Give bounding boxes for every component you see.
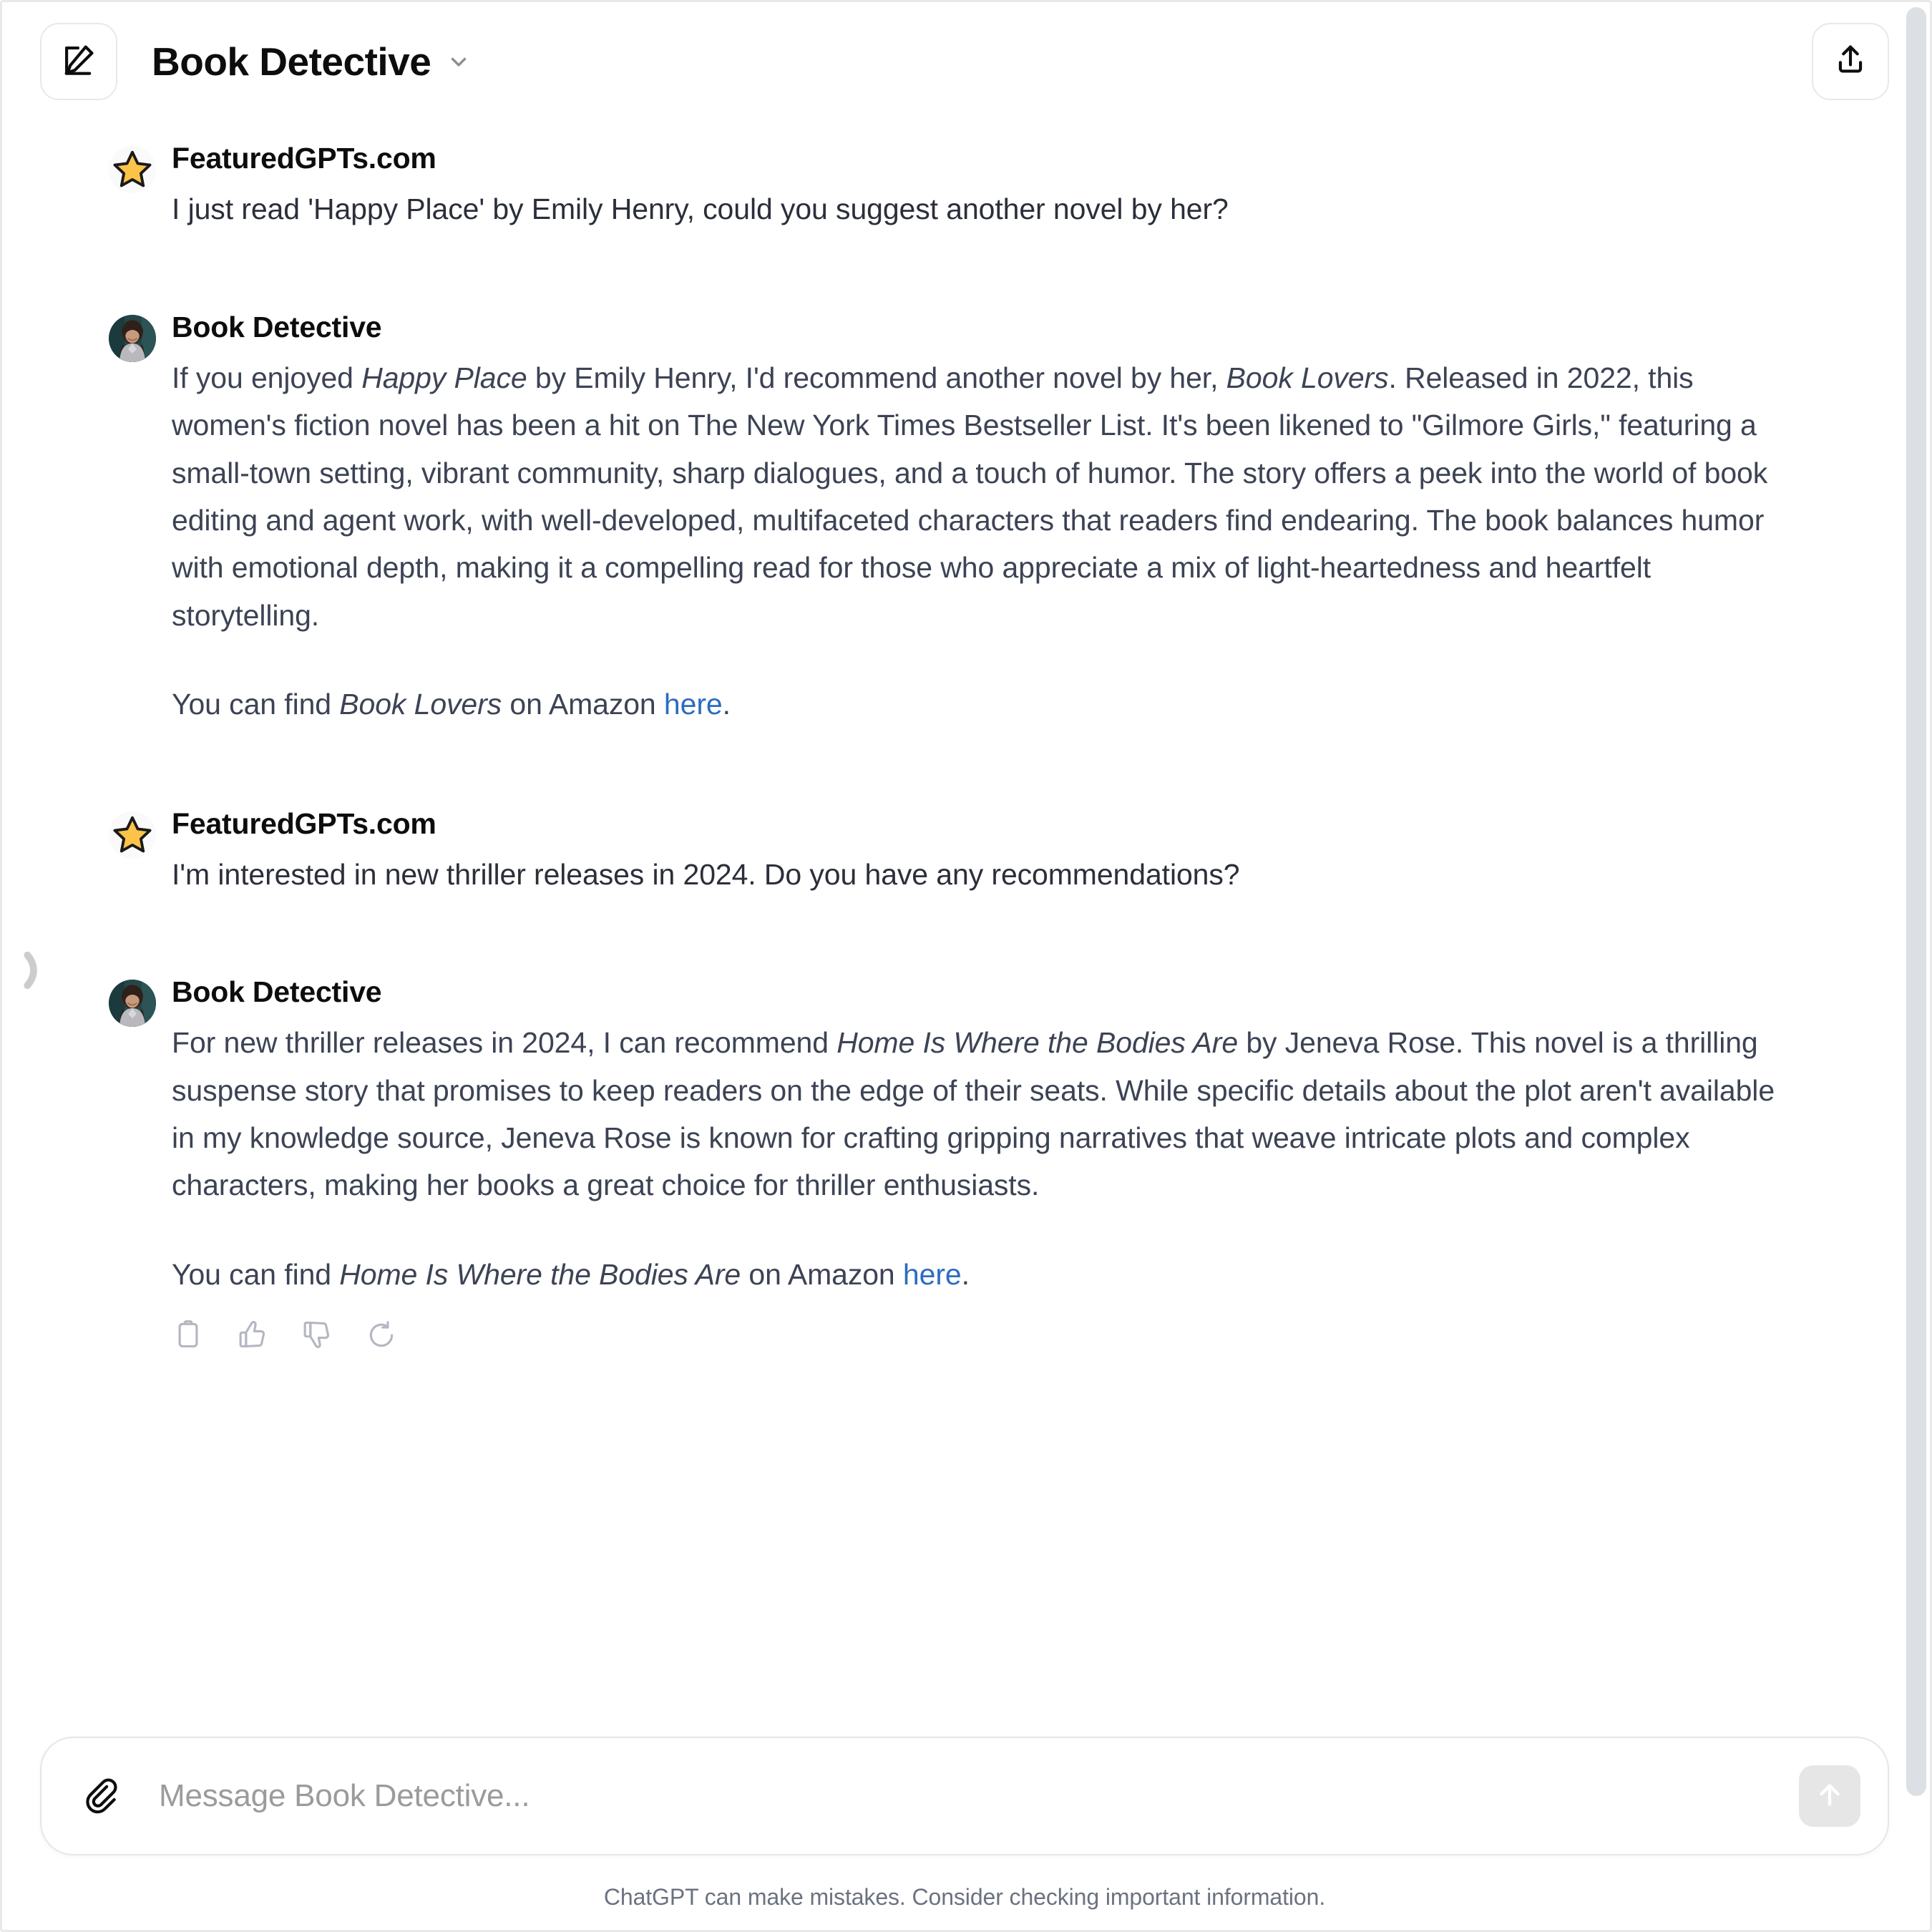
text-run: . — [722, 688, 731, 721]
thumbs-down-button[interactable] — [301, 1319, 333, 1352]
text-run: You can find — [172, 1257, 340, 1291]
text-run: I'm interested in new thriller releases … — [172, 857, 1240, 891]
new-chat-button[interactable] — [40, 23, 117, 100]
composer-zone: ChatGPT can make mistakes. Consider chec… — [0, 1737, 1932, 1932]
amazon-link[interactable]: here — [903, 1258, 962, 1291]
message-paragraph: You can find Book Lovers on Amazon here. — [172, 680, 1796, 728]
book-title: Happy Place — [361, 361, 527, 394]
message-sender: Book Detective — [172, 975, 382, 1009]
message-paragraph: You can find Home Is Where the Bodies Ar… — [172, 1251, 1796, 1298]
compose-icon — [60, 42, 97, 82]
chatgpt-window: Book Detective FeaturedGPTs.com I just r… — [0, 0, 1932, 1932]
text-run: . — [961, 1257, 970, 1291]
scrollbar-thumb[interactable] — [1906, 7, 1926, 1796]
text-run: on Amazon — [502, 688, 664, 721]
text-run: on Amazon — [741, 1257, 903, 1291]
amazon-link[interactable]: here — [664, 688, 723, 721]
regenerate-button[interactable] — [365, 1319, 398, 1352]
message-paragraph: For new thriller releases in 2024, I can… — [172, 1019, 1796, 1209]
book-title: Home Is Where the Bodies Are — [339, 1257, 741, 1291]
sidebar-expand-icon — [19, 951, 47, 995]
chevron-down-icon[interactable] — [447, 49, 471, 74]
text-run: You can find — [172, 688, 340, 721]
message-assistant: Book Detective For new thriller releases… — [0, 975, 1889, 1352]
book-title: Book Lovers — [1226, 361, 1389, 394]
thumbs-down-icon — [301, 1319, 333, 1354]
avatar — [109, 980, 156, 1028]
thumbs-up-button[interactable] — [236, 1319, 269, 1352]
page-title: Book Detective — [152, 39, 431, 84]
message-thread: FeaturedGPTs.com I just read 'Happy Plac… — [0, 123, 1889, 1352]
message-actions — [172, 1319, 1796, 1352]
share-upload-icon — [1832, 42, 1869, 82]
book-title: Book Lovers — [339, 688, 502, 721]
message-paragraph: I just read 'Happy Place' by Emily Henry… — [172, 185, 1796, 233]
attach-file-button[interactable] — [74, 1770, 127, 1823]
text-run: . Released in 2022, this women's fiction… — [172, 361, 1768, 632]
star-avatar — [109, 811, 156, 859]
thumbs-up-icon — [237, 1319, 268, 1354]
share-button[interactable] — [1812, 23, 1889, 100]
star-avatar — [109, 146, 156, 193]
text-run: by Emily Henry, I'd recommend another no… — [527, 361, 1226, 394]
conversation-title-menu[interactable]: Book Detective — [152, 42, 471, 82]
message-user: FeaturedGPTs.com I just read 'Happy Plac… — [0, 142, 1889, 233]
clipboard-icon — [172, 1319, 204, 1354]
copy-button[interactable] — [172, 1319, 205, 1352]
composer[interactable] — [40, 1737, 1889, 1855]
disclaimer-text: ChatGPT can make mistakes. Consider chec… — [603, 1884, 1326, 1910]
avatar — [109, 146, 156, 193]
message-input[interactable] — [159, 1778, 1799, 1814]
sidebar-expand-handle[interactable] — [19, 948, 47, 992]
message-paragraph: I'm interested in new thriller releases … — [172, 851, 1796, 898]
message-sender: Book Detective — [172, 310, 382, 343]
book-title: Home Is Where the Bodies Are — [836, 1026, 1239, 1060]
message-user: FeaturedGPTs.com I'm interested in new t… — [0, 807, 1889, 899]
app-header: Book Detective — [0, 0, 1932, 123]
text-run: If you enjoyed — [172, 361, 362, 394]
text-run: For new thriller releases in 2024, I can… — [172, 1026, 837, 1060]
send-button[interactable] — [1799, 1765, 1860, 1827]
message-sender: FeaturedGPTs.com — [172, 806, 436, 840]
message-scroll-area[interactable]: FeaturedGPTs.com I just read 'Happy Plac… — [0, 123, 1932, 1737]
refresh-icon — [366, 1319, 397, 1354]
avatar — [109, 811, 156, 859]
avatar — [109, 314, 156, 362]
book-detective-photo-avatar — [109, 980, 156, 1028]
book-detective-photo-avatar — [109, 314, 156, 362]
message-sender: FeaturedGPTs.com — [172, 142, 436, 175]
message-assistant: Book Detective If you enjoyed Happy Plac… — [0, 311, 1889, 728]
text-run: I just read 'Happy Place' by Emily Henry… — [172, 192, 1229, 226]
paperclip-icon — [81, 1775, 121, 1818]
arrow-up-icon — [1813, 1778, 1846, 1815]
message-paragraph: If you enjoyed Happy Place by Emily Henr… — [172, 354, 1796, 639]
